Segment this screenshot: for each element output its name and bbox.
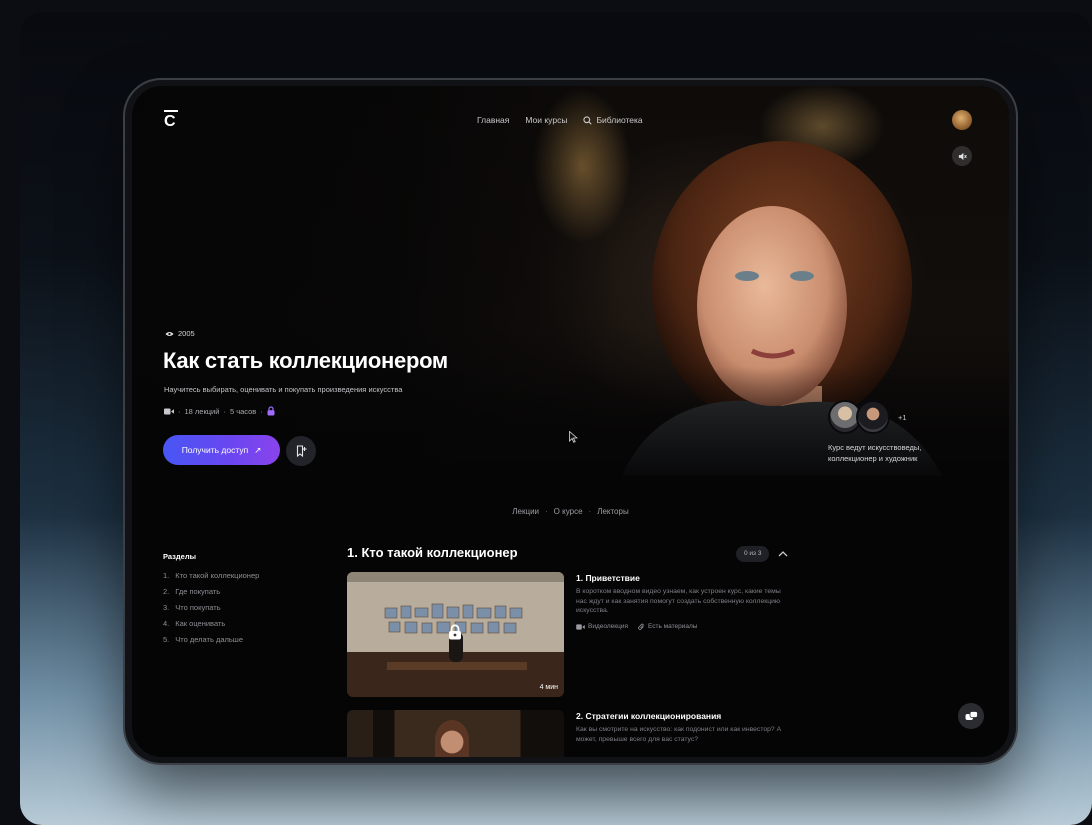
chapter-number: 3. [163, 603, 170, 612]
nav-home-label: Главная [477, 115, 510, 125]
get-access-button[interactable]: Получить доступ ↗ [163, 435, 280, 465]
profile-avatar[interactable] [952, 110, 972, 130]
chapter-item[interactable]: 2. Где покупать [163, 584, 259, 600]
course-title: Как стать коллекционером [163, 348, 448, 373]
meta-separator: · [260, 406, 263, 416]
video-icon [576, 623, 585, 630]
get-access-label: Получить доступ [181, 445, 249, 455]
arrow-up-right-icon: ↗ [254, 444, 262, 455]
lesson-title[interactable]: 2. Стратегии коллекционирования [576, 711, 786, 721]
chapter-label: Что покупать [175, 603, 221, 612]
tab-separator: · [545, 507, 548, 516]
lecturers-caption: Курс ведут искусствоведы, коллекционер и… [828, 443, 922, 463]
views-counter: 2005 [165, 329, 195, 338]
chapter-item[interactable]: 4. Как оценивать [163, 616, 259, 632]
nav-home[interactable]: Главная [477, 115, 509, 125]
chapter-label: Что делать дальше [175, 635, 243, 644]
chapter-label: Как оценивать [175, 619, 226, 628]
tag-video-label: Видеолекция [588, 623, 628, 630]
chapter-number: 4. [163, 619, 170, 628]
tag-video-lecture: Видеолекция [576, 623, 628, 631]
app-logo[interactable]: C [164, 110, 178, 130]
chapter-number: 1. [163, 571, 170, 580]
lesson-tags: Видеолекция Есть материалы [576, 623, 786, 631]
chapter-number: 5. [163, 635, 170, 644]
block-progress: 0 из 3 [736, 546, 770, 562]
lesson-thumbnail[interactable]: 4 мин [347, 572, 564, 697]
lock-icon [449, 624, 461, 640]
course-duration: 5 часов [229, 406, 257, 416]
lesson-duration: 4 мин [539, 684, 558, 691]
add-to-my-courses-button[interactable] [286, 436, 316, 466]
chapter-item[interactable]: 5. Что делать дальше [163, 632, 259, 648]
tab-separator: · [588, 507, 592, 516]
search-icon [583, 115, 593, 125]
course-meta: · 18 лекций · 5 часов · [164, 406, 275, 416]
chapter-label: Кто такой коллекционер [175, 571, 260, 580]
meta-separator: · [178, 406, 181, 416]
meta-separator: · [223, 406, 226, 416]
mute-button[interactable] [952, 146, 972, 166]
mouse-cursor-icon [569, 431, 578, 443]
bookmark-plus-icon [296, 445, 307, 457]
nav-library-label: Библиотека [596, 115, 643, 125]
tablet-screen: C Главная Мои курсы Библиотека 2005 Как … [132, 86, 1009, 757]
top-navigation: Главная Мои курсы Библиотека [477, 115, 643, 125]
lesson-description: Как вы смотрите на искусство: как подони… [576, 726, 782, 743]
attachment-icon [638, 623, 644, 630]
block-title: 1. Кто такой коллекционер [347, 545, 518, 560]
chapters-heading: Разделы [163, 552, 196, 561]
chapters-list: 1. Кто такой коллекционер 2. Где покупать … [163, 568, 259, 648]
lecturer-avatars[interactable]: +1 [828, 400, 907, 434]
tab-about[interactable]: О курсе [554, 507, 583, 516]
chat-icon [965, 710, 978, 720]
video-icon [164, 408, 174, 414]
lock-icon [267, 406, 275, 416]
tab-lecturers[interactable]: Лекторы [597, 507, 629, 516]
section-tabs: Лекции · О курсе · Лекторы [132, 507, 1009, 516]
more-lecturers-count: +1 [898, 412, 907, 422]
views-count: 2005 [178, 329, 195, 338]
tag-materials-label: Есть материалы [647, 623, 698, 630]
course-subtitle: Научитесь выбирать, оценивать и покупать… [164, 385, 403, 394]
lesson-thumbnail[interactable] [347, 710, 564, 757]
nav-my-courses[interactable]: Мои курсы [525, 115, 567, 125]
eye-icon [165, 331, 174, 336]
lecturer-face-image [435, 720, 469, 757]
nav-library[interactable]: Библиотека [583, 115, 643, 125]
lesson-item: 2. Стратегии коллекционирования Как вы с… [576, 711, 786, 744]
lectures-count: 18 лекций [184, 406, 220, 416]
chat-button[interactable] [958, 703, 984, 729]
nav-my-courses-label: Мои курсы [525, 115, 568, 125]
chapter-number: 2. [163, 587, 170, 596]
chapter-item[interactable]: 1. Кто такой коллекционер [163, 568, 259, 584]
chapter-label: Где покупать [175, 587, 221, 596]
chapter-item[interactable]: 3. Что покупать [163, 600, 259, 616]
tab-lectures[interactable]: Лекции [512, 507, 539, 516]
chevron-up-icon[interactable] [776, 546, 790, 562]
lesson-title[interactable]: 1. Приветствие [576, 573, 786, 583]
lecturer-avatar [856, 400, 890, 434]
lesson-item: 1. Приветствие В коротком вводном видео … [576, 573, 786, 631]
speaker-icon [958, 152, 967, 160]
lesson-description: В коротком вводном видео узнаем, как уст… [576, 588, 781, 614]
tag-materials: Есть материалы [638, 623, 697, 631]
